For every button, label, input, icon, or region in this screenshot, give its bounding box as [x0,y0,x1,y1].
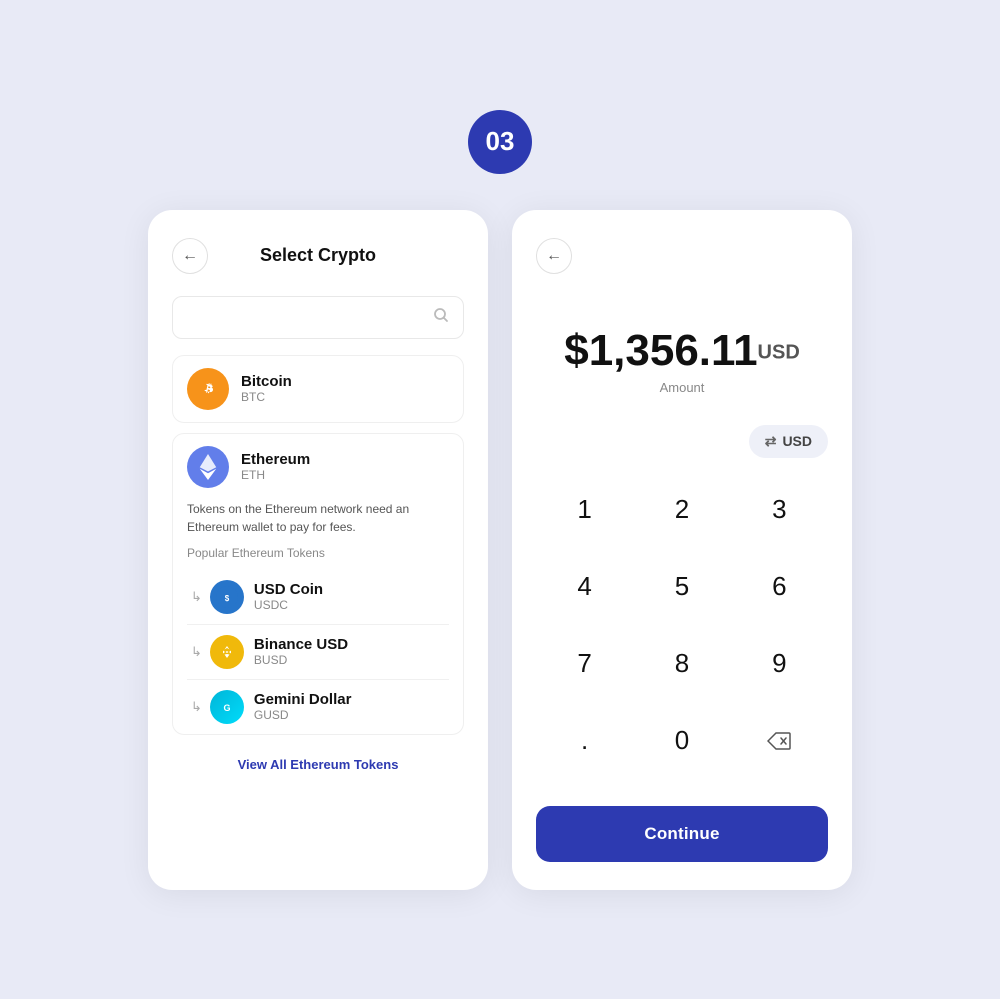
key-1[interactable]: 1 [536,478,633,542]
key-5[interactable]: 5 [633,555,730,619]
key-9[interactable]: 9 [731,632,828,696]
ethereum-item[interactable]: Ethereum ETH [173,434,463,500]
right-back-button[interactable]: ← [536,238,572,274]
amount-value: $1,356.11 [564,326,757,375]
amount-currency: USD [758,341,800,363]
gusd-name: Gemini Dollar [254,691,352,708]
key-7[interactable]: 7 [536,632,633,696]
usdc-ticker: USDC [254,598,323,612]
bitcoin-item[interactable]: Bitcoin BTC [172,355,464,423]
left-panel-title: Select Crypto [208,245,428,266]
usd-toggle-badge[interactable]: ⇄ USD [749,425,828,458]
amount-label: Amount [536,380,828,395]
busd-info: Binance USD BUSD [254,636,348,667]
key-dot[interactable]: . [536,709,633,773]
search-icon [433,307,449,328]
amount-value-row: $1,356.11USD [536,326,828,376]
usdc-item[interactable]: ↳ $ USD Coin USDC [173,570,463,624]
svg-text:G: G [223,703,230,713]
busd-name: Binance USD [254,636,348,653]
currency-toggle[interactable]: ⇄ USD [536,425,828,458]
ethereum-ticker: ETH [241,468,310,482]
currency-toggle-label: USD [782,433,812,449]
usdc-icon: $ [210,580,244,614]
bitcoin-info: Bitcoin BTC [241,373,292,404]
panels-container: ← Select Crypto Bitcoin BTC [148,210,852,890]
ethereum-note: Tokens on the Ethereum network need an E… [173,500,463,546]
bitcoin-ticker: BTC [241,390,292,404]
amount-display: $1,356.11USD Amount [536,326,828,395]
gusd-ticker: GUSD [254,708,352,722]
view-all-link[interactable]: View All Ethereum Tokens [172,745,464,776]
svg-text:$: $ [225,594,230,603]
ethereum-icon [187,446,229,488]
usdc-name: USD Coin [254,581,323,598]
ethereum-info: Ethereum ETH [241,451,310,482]
amount-panel: ← $1,356.11USD Amount ⇄ USD 1 2 3 4 5 6 … [512,210,852,890]
gusd-item[interactable]: ↳ G Gemini Dollar GUSD [173,680,463,734]
ethereum-section: Ethereum ETH Tokens on the Ethereum netw… [172,433,464,735]
left-panel-header: ← Select Crypto [172,238,464,274]
usdc-info: USD Coin USDC [254,581,323,612]
left-back-button[interactable]: ← [172,238,208,274]
gusd-indent-icon: ↳ [191,699,202,715]
gusd-icon: G [210,690,244,724]
busd-item[interactable]: ↳ Binance USD BUSD [173,625,463,679]
step-badge: 03 [468,110,532,174]
gusd-info: Gemini Dollar GUSD [254,691,352,722]
popular-label: Popular Ethereum Tokens [173,546,463,570]
select-crypto-panel: ← Select Crypto Bitcoin BTC [148,210,488,890]
numpad: 1 2 3 4 5 6 7 8 9 . 0 [536,478,828,786]
bitcoin-name: Bitcoin [241,373,292,390]
key-backspace[interactable] [731,709,828,773]
key-8[interactable]: 8 [633,632,730,696]
busd-indent-icon: ↳ [191,644,202,660]
key-4[interactable]: 4 [536,555,633,619]
key-6[interactable]: 6 [731,555,828,619]
search-input[interactable] [187,309,433,325]
key-0[interactable]: 0 [633,709,730,773]
key-2[interactable]: 2 [633,478,730,542]
continue-button[interactable]: Continue [536,806,828,862]
ethereum-name: Ethereum [241,451,310,468]
busd-icon [210,635,244,669]
bitcoin-icon [187,368,229,410]
search-box[interactable] [172,296,464,339]
swap-icon: ⇄ [765,433,777,450]
busd-ticker: BUSD [254,653,348,667]
usdc-indent-icon: ↳ [191,589,202,605]
right-panel-header: ← [536,238,828,274]
key-3[interactable]: 3 [731,478,828,542]
